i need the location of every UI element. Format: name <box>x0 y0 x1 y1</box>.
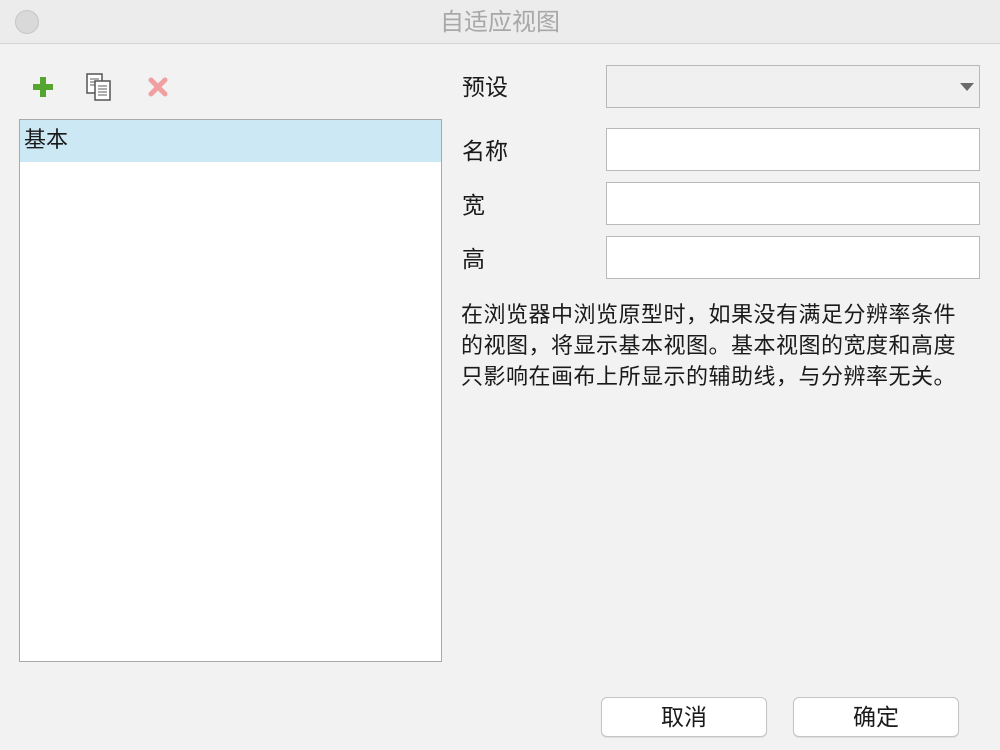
help-text: 在浏览器中浏览原型时，如果没有满足分辨率条件的视图，将显示基本视图。基本视图的宽… <box>461 303 957 390</box>
views-list[interactable]: 基本 <box>19 119 442 662</box>
width-input[interactable] <box>606 182 980 225</box>
ok-button[interactable]: 确定 <box>793 697 959 737</box>
close-icon <box>148 77 168 97</box>
preset-select[interactable] <box>606 65 980 108</box>
width-label: 宽 <box>462 193 485 219</box>
chevron-down-icon <box>960 83 974 91</box>
add-view-button[interactable] <box>26 70 60 104</box>
list-item[interactable]: 基本 <box>20 120 441 162</box>
name-input[interactable] <box>606 128 980 171</box>
window-title: 自适应视图 <box>440 8 560 36</box>
cancel-button[interactable]: 取消 <box>601 697 767 737</box>
title-bar: 自适应视图 <box>0 0 1000 44</box>
delete-view-button[interactable] <box>141 70 175 104</box>
duplicate-view-button[interactable] <box>82 70 116 104</box>
height-label: 高 <box>462 247 485 273</box>
adaptive-views-dialog: 自适应视图 基本 预设 名称 宽 高 在浏览器中浏览原型时，如果没有满足分辨率条… <box>0 0 1000 750</box>
plus-icon <box>33 77 53 97</box>
copy-icon <box>86 73 111 101</box>
preset-label: 预设 <box>462 75 508 101</box>
height-input[interactable] <box>606 236 980 279</box>
name-label: 名称 <box>462 139 508 165</box>
